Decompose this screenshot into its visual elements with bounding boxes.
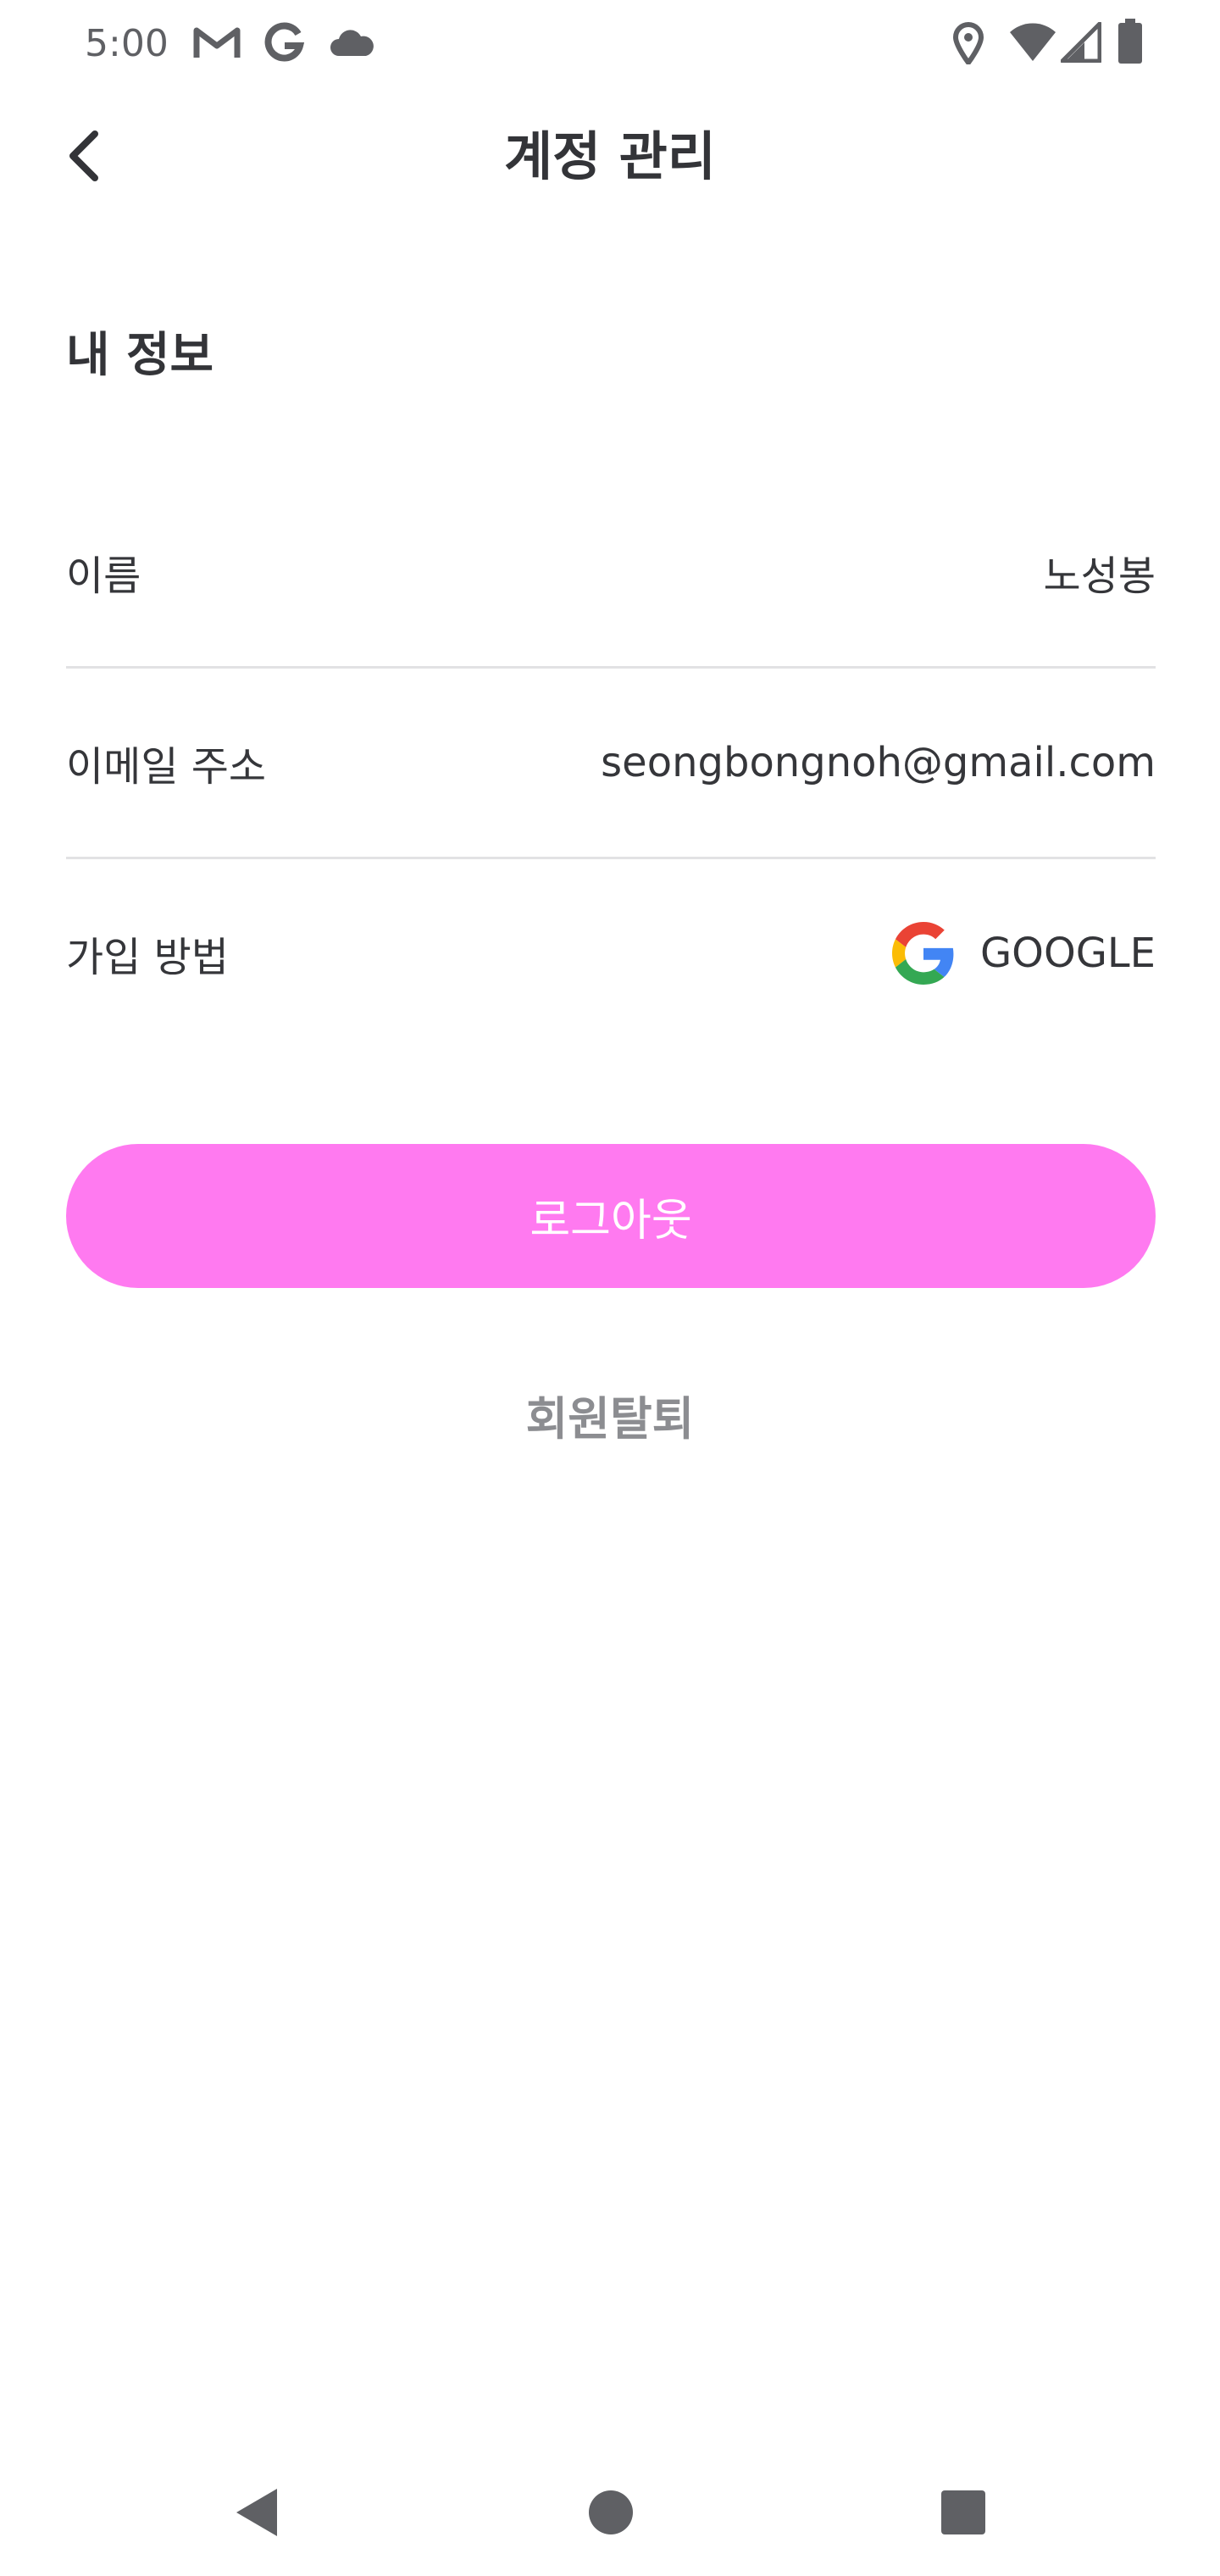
name-label: 이름 xyxy=(66,552,141,600)
signup-method-value: GOOGLE xyxy=(979,930,1156,977)
email-value: seongbongnoh@gmail.com xyxy=(601,739,1156,786)
page-title: 계정 관리 xyxy=(504,125,716,187)
nav-recents-button[interactable] xyxy=(925,2474,1001,2551)
system-nav-bar xyxy=(0,2449,1220,2576)
battery-icon xyxy=(1118,19,1142,64)
back-triangle-icon xyxy=(236,2489,277,2536)
home-circle-icon xyxy=(589,2490,633,2534)
signup-method-value-wrap: GOOGLE xyxy=(891,922,1156,985)
divider xyxy=(66,857,1156,859)
location-icon xyxy=(952,22,984,64)
google-logo-icon xyxy=(891,922,954,985)
status-time: 5:00 xyxy=(85,22,169,65)
signup-method-row: 가입 방법 GOOGLE xyxy=(66,902,1156,1004)
name-row: 이름 노성봉 xyxy=(66,521,1156,623)
withdraw-account-link[interactable]: 회원탈퇴 xyxy=(0,1381,1220,1457)
logout-button[interactable]: 로그아웃 xyxy=(66,1144,1156,1288)
wifi-icon xyxy=(1010,23,1056,61)
google-icon xyxy=(264,22,305,62)
signup-method-label: 가입 방법 xyxy=(66,934,229,981)
name-value: 노성봉 xyxy=(1043,552,1156,600)
cloud-icon xyxy=(330,30,374,56)
section-title: 내 정보 xyxy=(66,328,214,383)
app-bar: 계정 관리 xyxy=(0,102,1220,212)
email-row: 이메일 주소 seongbongnoh@gmail.com xyxy=(66,712,1156,813)
nav-home-button[interactable] xyxy=(573,2474,649,2551)
status-bar: 5:00 xyxy=(0,0,1220,85)
email-label: 이메일 주소 xyxy=(66,743,267,791)
divider xyxy=(66,666,1156,669)
gmail-icon xyxy=(193,27,241,58)
signal-icon xyxy=(1061,22,1101,63)
recents-square-icon xyxy=(941,2490,985,2534)
nav-back-button[interactable] xyxy=(219,2474,295,2551)
